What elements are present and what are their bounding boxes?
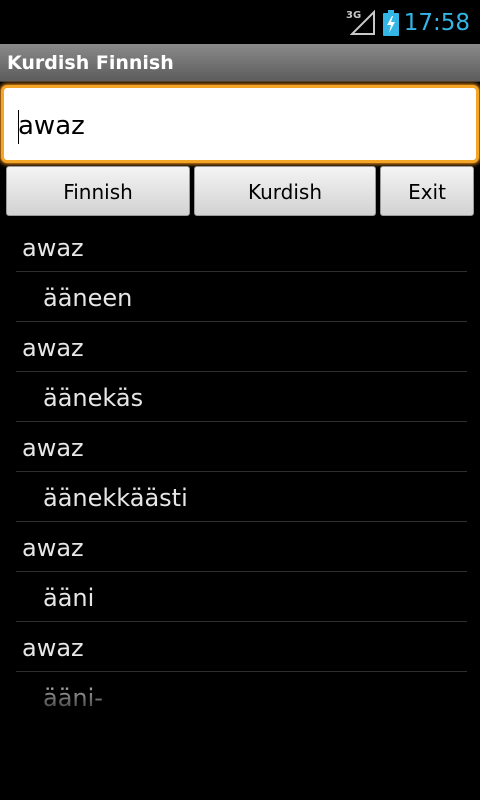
- search-input-value: awaz: [18, 111, 85, 141]
- status-bar: 3G 17:58: [0, 0, 480, 44]
- result-translation: äänekkäästi: [43, 484, 188, 512]
- battery-charging-icon: [383, 10, 399, 36]
- kurdish-button[interactable]: Kurdish: [194, 166, 376, 216]
- result-term: awaz: [22, 534, 84, 562]
- search-area: awaz: [0, 82, 480, 166]
- title-bar: Kurdish Finnish: [0, 44, 480, 82]
- results-list: awaz ääneen awaz äänekäs awaz äänekkääst…: [0, 222, 480, 722]
- result-term: awaz: [22, 634, 84, 662]
- clock-time: 17:58: [403, 10, 470, 36]
- result-term-row[interactable]: awaz: [16, 322, 467, 372]
- result-term-row[interactable]: awaz: [16, 422, 467, 472]
- result-translation: äänekäs: [43, 384, 144, 412]
- app-title: Kurdish Finnish: [7, 52, 174, 74]
- signal-icon: [350, 10, 375, 35]
- finnish-button[interactable]: Finnish: [6, 166, 190, 216]
- result-term: awaz: [22, 234, 84, 262]
- result-term: awaz: [22, 334, 84, 362]
- result-term-row[interactable]: awaz: [16, 622, 467, 672]
- result-translation: ääni-: [43, 684, 103, 712]
- result-term-row[interactable]: awaz: [16, 222, 467, 272]
- result-translation: ääni: [43, 584, 95, 612]
- search-input[interactable]: awaz: [1, 85, 479, 163]
- result-translation-row[interactable]: äänekäs: [16, 372, 467, 422]
- result-translation-row[interactable]: ääneen: [16, 272, 467, 322]
- result-translation-row[interactable]: ääni: [16, 572, 467, 622]
- result-term: awaz: [22, 434, 84, 462]
- result-term-row[interactable]: awaz: [16, 522, 467, 572]
- result-translation-row[interactable]: äänekkäästi: [16, 472, 467, 522]
- exit-button[interactable]: Exit: [380, 166, 474, 216]
- result-translation: ääneen: [43, 284, 133, 312]
- result-translation-row[interactable]: ääni-: [16, 672, 467, 722]
- app-screen: 3G 17:58 Kurdish Finnish awaz Finnish Ku…: [0, 0, 480, 800]
- text-caret: [18, 110, 19, 144]
